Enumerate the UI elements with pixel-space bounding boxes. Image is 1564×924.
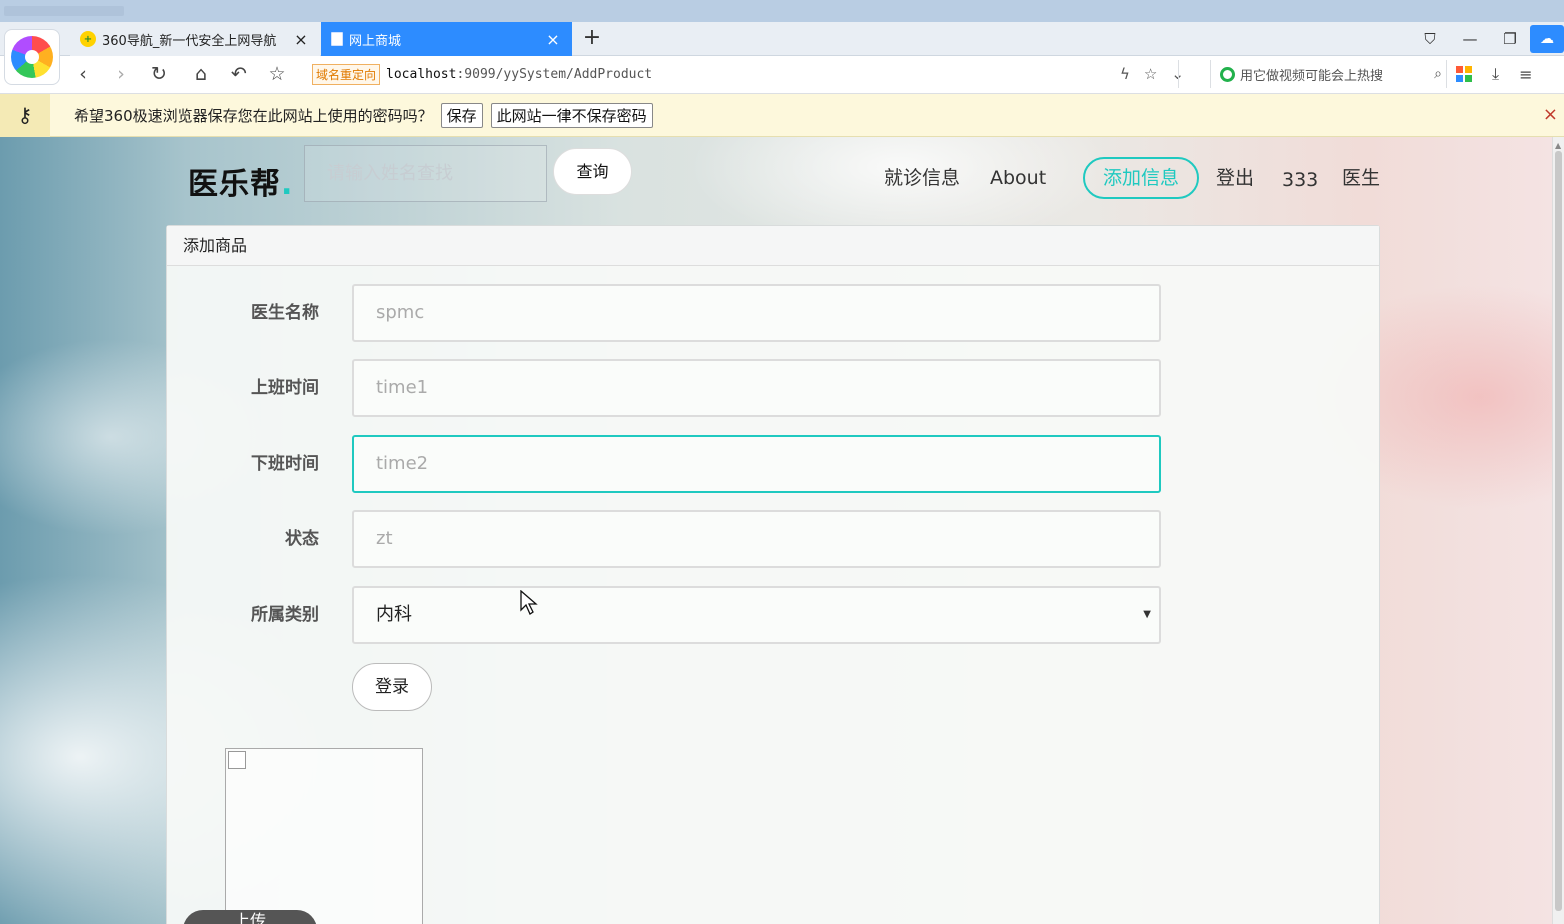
mouse-cursor-icon [520,590,538,615]
home-icon[interactable]: ⌂ [184,58,218,90]
field-label: 状态 [285,529,319,549]
name-search-input[interactable]: 请输入姓名查找 [304,145,547,202]
tab-title: 360导航_新一代安全上网导航 [102,33,277,49]
url-text[interactable]: localhost:9099/yySystem/AddProduct [386,67,1210,82]
panel-title: 添加商品 [167,226,1379,266]
close-icon[interactable]: × [292,30,310,49]
restore-icon[interactable]: ❐ [1490,30,1530,48]
address-actions: ϟ ☆ ⌄ [1120,60,1184,88]
close-icon[interactable]: × [544,30,562,49]
undo-icon[interactable]: ↶ [222,58,256,90]
back-icon[interactable]: ‹ [66,58,100,90]
nav-about[interactable]: About [990,157,1046,199]
status-input[interactable]: zt [352,510,1161,568]
field-label: 所属类别 [251,605,319,625]
page-icon [331,32,343,46]
category-value: 内科 [376,604,412,625]
toolbar-right: ⤓ ≡ [1456,60,1532,88]
os-title-strip [0,0,1564,22]
minimize-icon[interactable]: — [1450,30,1490,48]
form-row-start-time: 上班时间 time1 [167,359,1381,417]
field-label: 上班时间 [251,378,319,398]
submit-button[interactable]: 登录 [352,663,432,711]
never-save-button[interactable]: 此网站一律不保存密码 [490,102,653,128]
tab-title: 网上商城 [349,33,402,49]
address-field[interactable]: 域名重定向 localhost:9099/yySystem/AddProduct [312,60,1210,88]
search-hint: 用它做视频可能会上热搜 [1240,68,1384,84]
window-controls: ⛉ — ❐ ☁ [1410,22,1564,56]
query-button[interactable]: 查询 [553,148,632,195]
category-select[interactable]: 内科 ▼ [352,586,1161,644]
browser-logo-icon[interactable] [4,29,60,85]
nav-logout[interactable]: 登出 [1216,157,1254,199]
star-icon[interactable]: ☆ [260,58,294,90]
reload-icon[interactable]: ↻ [142,58,176,90]
tab-360-nav[interactable]: + 360导航_新一代安全上网导航 × [70,22,320,56]
web-page: 医乐帮. 请输入姓名查找 查询 就诊信息 About 添加信息 登出 333 医… [0,137,1552,924]
caret-down-icon: ▼ [1143,609,1151,620]
forward-icon[interactable]: › [104,58,138,90]
search-icon[interactable]: ⌕ [1434,66,1442,82]
nav-user[interactable]: 333 [1282,159,1318,201]
shirt-icon[interactable]: ⛉ [1410,30,1450,48]
password-message: 希望360极速浏览器保存您在此网站上使用的密码吗？ [74,106,433,125]
key-icon: ⚷ [0,93,50,137]
cloud-icon[interactable]: ☁ [1530,25,1564,53]
start-time-input[interactable]: time1 [352,359,1161,417]
close-icon[interactable]: × [1543,104,1558,125]
end-time-input[interactable]: time2 [352,435,1161,493]
nav-add-info[interactable]: 添加信息 [1083,157,1200,199]
form-row-doctor-name: 医生名称 spmc [167,284,1381,342]
doctor-name-input[interactable]: spmc [352,284,1161,342]
tab-shop[interactable]: 网上商城 × [321,22,572,56]
new-tab-button[interactable]: + [578,24,606,54]
save-password-button[interactable]: 保存 [440,102,483,128]
form-row-end-time: 下班时间 time2 [167,435,1381,493]
redirect-badge: 域名重定向 [312,63,381,85]
download-icon[interactable]: ⤓ [1492,64,1499,84]
form-row-status: 状态 zt [167,510,1381,568]
site-logo[interactable]: 医乐帮. [188,159,293,203]
add-product-panel: 添加商品 医生名称 spmc 上班时间 time1 下班时间 time2 状态 … [166,225,1380,924]
360-favicon-icon: + [80,31,96,47]
scroll-thumb[interactable] [1555,151,1562,911]
nav-role[interactable]: 医生 [1342,157,1380,199]
broken-image-icon [228,751,246,769]
image-preview [225,748,423,924]
search-box[interactable]: 用它做视频可能会上热搜 ⌕ [1220,60,1442,88]
favorite-star-icon[interactable]: ☆ [1144,65,1157,83]
upload-button[interactable]: 上传 [183,910,317,924]
menu-icon[interactable]: ≡ [1519,65,1532,84]
apps-icon[interactable] [1456,66,1472,82]
scroll-up-icon[interactable]: ▲ [1555,141,1561,150]
field-label: 医生名称 [251,303,319,323]
nav-visit-info[interactable]: 就诊信息 [884,157,960,199]
page-scrollbar[interactable]: ▲ [1552,137,1564,924]
search-engine-icon [1220,66,1235,82]
lightning-icon[interactable]: ϟ [1120,65,1130,83]
field-label: 下班时间 [251,454,319,474]
form-row-category: 所属类别 内科 ▼ [167,586,1381,644]
password-save-bar: ⚷ 希望360极速浏览器保存您在此网站上使用的密码吗？ 保存 此网站一律不保存密… [0,93,1564,137]
